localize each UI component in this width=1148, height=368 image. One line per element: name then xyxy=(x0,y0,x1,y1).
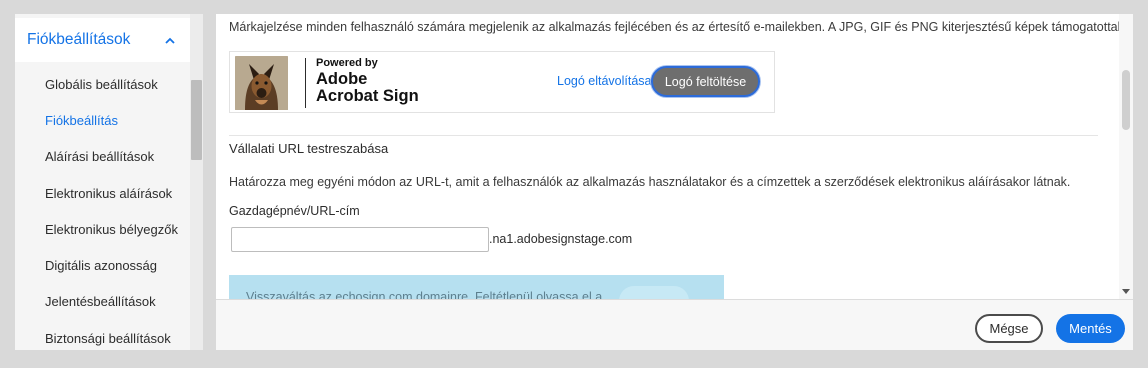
chevron-up-icon[interactable] xyxy=(164,34,176,46)
logo-preview-box: Powered by Adobe Acrobat Sign Logó eltáv… xyxy=(229,51,775,113)
sidebar-item-electronic-seals[interactable]: Elektronikus bélyegzők xyxy=(15,211,190,247)
sidebar-item-account-setup[interactable]: Fiókbeállítás xyxy=(15,102,190,138)
sidebar-item-report-settings[interactable]: Jelentésbeállítások xyxy=(15,284,190,320)
sidebar-item-label: Elektronikus aláírások xyxy=(45,185,173,201)
sidebar-section-title: Fiókbeállítások xyxy=(27,31,131,48)
hostname-input[interactable] xyxy=(231,227,489,252)
sidebar-item-signature-settings[interactable]: Aláírási beállítások xyxy=(15,139,190,175)
settings-sidebar: Fiókbeállítások Globális beállítások Fió… xyxy=(15,14,203,350)
save-button[interactable]: Mentés xyxy=(1056,314,1125,343)
sidebar-item-label: Aláírási beállítások xyxy=(45,149,155,165)
sidebar-scrollbar-thumb[interactable] xyxy=(191,80,202,160)
sidebar-item-security-settings[interactable]: Biztonsági beállítások xyxy=(15,320,190,350)
sidebar-item-label: Globális beállítások xyxy=(45,76,158,92)
sidebar-item-label: Digitális azonosság xyxy=(45,258,158,274)
section-divider xyxy=(229,135,1098,136)
account-setup-panel: Márkajelzése minden felhasználó számára … xyxy=(216,14,1133,350)
brand-divider xyxy=(305,58,306,108)
sidebar-item-label: Biztonsági beállítások xyxy=(45,330,171,346)
brand-name-line1: Adobe xyxy=(316,70,368,88)
sidebar-item-label: Fiókbeállítás xyxy=(45,112,118,128)
sidebar-list: Globális beállítások Fiókbeállítás Aláír… xyxy=(15,66,190,350)
sidebar-item-label: Jelentésbeállítások xyxy=(45,294,156,310)
brand-name-line2: Acrobat Sign xyxy=(316,87,419,105)
adobe-acrobat-sign-brand: Powered by Adobe Acrobat Sign xyxy=(316,58,419,105)
sidebar-item-digital-identity[interactable]: Digitális azonosság xyxy=(15,247,190,283)
main-scrollbar-thumb[interactable] xyxy=(1122,70,1130,130)
dialog-footer: Mégse Mentés xyxy=(216,299,1133,350)
upload-logo-button[interactable]: Logó feltöltése xyxy=(651,66,760,97)
url-suffix: .na1.adobesignstage.com xyxy=(489,232,633,246)
hostname-label: Gazdagépnév/URL-cím xyxy=(229,204,360,218)
main-scrollbar-track[interactable] xyxy=(1119,14,1133,299)
url-section-title: Vállalati URL testreszabása xyxy=(229,141,389,156)
sidebar-item-electronic-signatures[interactable]: Elektronikus aláírások xyxy=(15,175,190,211)
url-section-description: Határozza meg egyéni módon az URL-t, ami… xyxy=(229,175,1071,189)
triangle-down-icon[interactable] xyxy=(1122,289,1130,296)
branding-description: Márkajelzése minden felhasználó számára … xyxy=(229,20,1128,34)
company-logo-image xyxy=(235,56,288,110)
sidebar-item-label: Elektronikus bélyegzők xyxy=(45,221,178,237)
cancel-button[interactable]: Mégse xyxy=(975,314,1043,343)
remove-logo-link[interactable]: Logó eltávolítása xyxy=(557,74,652,88)
powered-by-text: Powered by xyxy=(316,57,378,69)
sidebar-section-account-settings[interactable]: Fiókbeállítások xyxy=(15,18,190,62)
sidebar-scrollbar-track[interactable] xyxy=(190,14,203,350)
sidebar-item-global-settings[interactable]: Globális beállítások xyxy=(15,66,190,102)
